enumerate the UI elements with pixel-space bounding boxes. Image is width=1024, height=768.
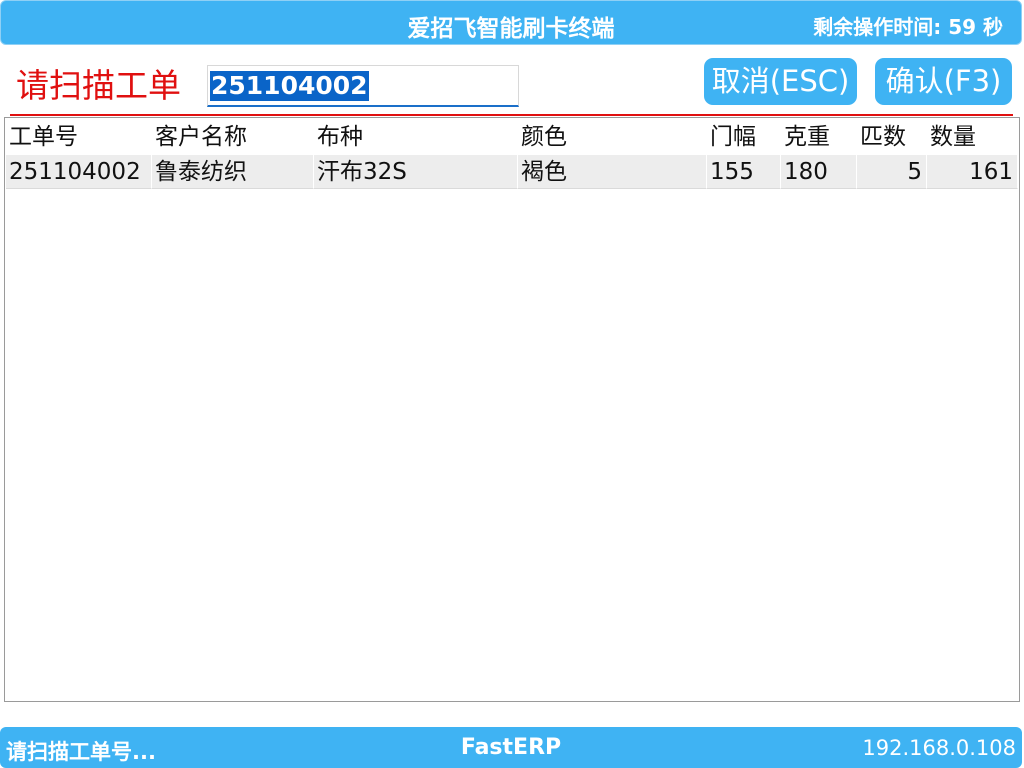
column-header-customer[interactable]: 客户名称 bbox=[152, 120, 314, 154]
confirm-button[interactable]: 确认(F3) bbox=[875, 58, 1012, 105]
cell-weight[interactable]: 180 bbox=[781, 155, 857, 189]
table-row[interactable]: 251104002 鲁泰纺织 汗布32S 褐色 155 180 5 161 bbox=[6, 155, 1018, 191]
divider-line bbox=[10, 114, 1013, 116]
cell-rolls[interactable]: 5 bbox=[857, 155, 927, 189]
table-header-row: 工单号 客户名称 布种 颜色 门幅 克重 匹数 数量 bbox=[6, 120, 1018, 156]
column-header-quantity[interactable]: 数量 bbox=[927, 120, 1018, 154]
title-bar: 爱招飞智能刷卡终端 剩余操作时间: 59 秒 bbox=[0, 0, 1022, 45]
work-order-input-value[interactable]: 251104002 bbox=[210, 71, 369, 101]
scan-prompt-label: 请扫描工单 bbox=[16, 66, 181, 105]
cell-color[interactable]: 褐色 bbox=[518, 155, 707, 189]
work-order-input[interactable]: 251104002 bbox=[207, 65, 519, 107]
column-header-fabric[interactable]: 布种 bbox=[314, 120, 518, 154]
cell-order-no[interactable]: 251104002 bbox=[6, 155, 152, 189]
column-header-color[interactable]: 颜色 bbox=[518, 120, 707, 154]
cancel-button[interactable]: 取消(ESC) bbox=[704, 58, 857, 105]
column-header-weight[interactable]: 克重 bbox=[781, 120, 857, 154]
status-bar: 请扫描工单号... FastERP 192.168.0.108 bbox=[0, 727, 1022, 768]
column-header-width[interactable]: 门幅 bbox=[707, 120, 781, 154]
cell-width[interactable]: 155 bbox=[707, 155, 781, 189]
ip-address: 192.168.0.108 bbox=[862, 736, 1016, 760]
remaining-time: 剩余操作时间: 59 秒 bbox=[813, 15, 1003, 39]
terminal-screen: 爱招飞智能刷卡终端 剩余操作时间: 59 秒 请扫描工单 251104002 取… bbox=[0, 0, 1024, 768]
work-order-table: 工单号 客户名称 布种 颜色 门幅 克重 匹数 数量 251104002 鲁泰纺… bbox=[4, 117, 1020, 702]
column-header-order-no[interactable]: 工单号 bbox=[6, 120, 152, 154]
column-header-rolls[interactable]: 匹数 bbox=[857, 120, 927, 154]
cell-fabric[interactable]: 汗布32S bbox=[314, 155, 518, 189]
cell-quantity[interactable]: 161 bbox=[927, 155, 1018, 189]
cell-customer[interactable]: 鲁泰纺织 bbox=[152, 155, 314, 189]
